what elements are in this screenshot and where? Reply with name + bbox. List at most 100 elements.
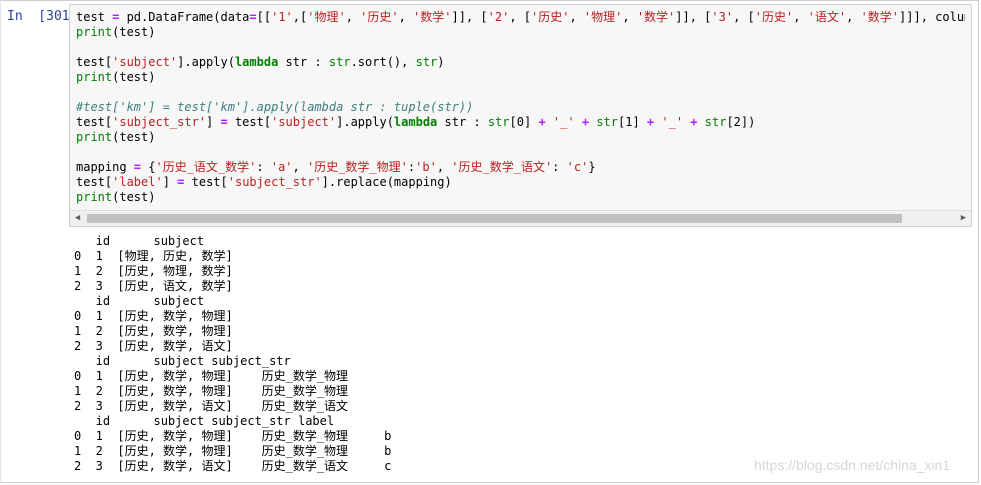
- code-line[interactable]: print(test): [76, 25, 965, 40]
- code-token: lambda: [393, 115, 438, 129]
- code-token: '_': [661, 115, 684, 129]
- code-token: [1]: [618, 115, 647, 129]
- code-content[interactable]: test = pd.DataFrame(data=[['1',['物理', '历…: [76, 10, 965, 205]
- code-token: ,: [345, 10, 361, 24]
- code-token: 'subject': [112, 55, 178, 69]
- code-line[interactable]: [76, 85, 965, 100]
- scroll-right-icon[interactable]: ▶: [956, 211, 971, 226]
- code-token: 'subject_str': [112, 115, 207, 129]
- code-line[interactable]: #test['km'] = test['km'].apply(lambda st…: [76, 100, 965, 115]
- code-token: str: [415, 55, 438, 69]
- output-line: id subject: [74, 234, 205, 248]
- code-token: '数学': [636, 10, 676, 24]
- code-token: +: [538, 115, 546, 129]
- code-token: '历史_语文_数学': [155, 160, 257, 174]
- code-line[interactable]: test['subject'].apply(lambda str : str.s…: [76, 55, 965, 70]
- code-token: ].apply(: [177, 55, 235, 69]
- code-token: , [: [733, 10, 755, 24]
- code-token: print: [76, 70, 113, 84]
- code-token: (test): [112, 130, 156, 144]
- code-token: 'subject_str': [227, 175, 322, 189]
- code-token: ,: [846, 10, 861, 24]
- code-token: '物理': [583, 10, 623, 24]
- code-token: test[: [227, 115, 272, 129]
- code-token: '数学': [860, 10, 900, 24]
- code-token: :: [256, 160, 271, 174]
- code-token: ].replace(mapping): [321, 175, 452, 189]
- code-token: '语文': [807, 10, 847, 24]
- code-token: print: [76, 25, 113, 39]
- code-token: '历史': [754, 10, 794, 24]
- code-token: test[: [76, 55, 113, 69]
- code-token: ): [437, 55, 445, 69]
- code-line[interactable]: print(test): [76, 190, 965, 205]
- code-token: '_': [552, 115, 575, 129]
- output-line: 2 3 [历史, 数学, 语文]: [74, 339, 233, 353]
- code-token: '3': [711, 10, 734, 24]
- scroll-left-icon[interactable]: ◀: [70, 211, 85, 226]
- output-line: 2 3 [历史, 数学, 语文] 历史_数学_语文 c: [74, 459, 392, 473]
- code-editor[interactable]: test = pd.DataFrame(data=[['1',['物理', '历…: [69, 4, 972, 227]
- output-line: 1 2 [历史, 物理, 数学]: [74, 264, 233, 278]
- code-token: , [: [509, 10, 531, 24]
- code-token: [0]: [509, 115, 539, 129]
- code-token: str :: [437, 115, 488, 129]
- code-token: #test['km'] = test['km'].apply(lambda st…: [76, 100, 474, 114]
- code-token: '历史': [531, 10, 570, 24]
- cell-output: id subject 0 1 [物理, 历史, 数学] 1 2 [历史, 物理, 数…: [74, 234, 391, 474]
- code-token: '物理': [307, 10, 346, 24]
- code-line[interactable]: [76, 40, 965, 55]
- scrollbar-thumb[interactable]: [87, 214, 902, 223]
- code-token: (test): [112, 70, 156, 84]
- code-token: ]: [206, 115, 221, 129]
- code-line[interactable]: [76, 145, 965, 160]
- code-token: ]]], columns: [899, 10, 965, 24]
- code-token: print: [76, 130, 113, 144]
- code-token: ,: [569, 10, 584, 24]
- code-token: test: [76, 10, 113, 24]
- code-token: :: [552, 160, 567, 174]
- code-line[interactable]: test['label'] = test['subject_str'].repl…: [76, 175, 965, 190]
- output-line: 1 2 [历史, 数学, 物理] 历史_数学_物理: [74, 384, 349, 398]
- code-line[interactable]: print(test): [76, 70, 965, 85]
- code-token: [[: [256, 10, 272, 24]
- code-token: test[: [76, 175, 113, 189]
- code-token: str: [596, 115, 618, 129]
- notebook-cell: In [301]: test = pd.DataFrame(data=[['1'…: [0, 0, 979, 483]
- output-line: 1 2 [历史, 数学, 物理]: [74, 324, 233, 338]
- output-line: id subject subject_str: [74, 354, 291, 368]
- code-line[interactable]: test['subject_str'] = test['subject'].ap…: [76, 115, 965, 130]
- code-token: test[: [184, 175, 228, 189]
- output-line: id subject subject_str label: [74, 414, 335, 428]
- output-line: id subject: [74, 294, 205, 308]
- code-token: ,: [292, 160, 307, 174]
- code-token: str: [704, 115, 727, 129]
- code-token: ,: [436, 160, 452, 174]
- code-token: '2': [487, 10, 510, 24]
- code-token: '历史_数学_物理': [306, 160, 408, 174]
- code-token: str: [328, 55, 351, 69]
- code-token: ,: [398, 10, 414, 24]
- code-token: .sort(),: [350, 55, 416, 69]
- code-token: [2]): [726, 115, 756, 129]
- watermark: https://blog.csdn.net/china_xin1: [754, 457, 951, 473]
- code-token: ]: [162, 175, 178, 189]
- code-token: {: [141, 160, 156, 174]
- code-line[interactable]: print(test): [76, 130, 965, 145]
- code-line[interactable]: mapping = {'历史_语文_数学': 'a', '历史_数学_物理':'…: [76, 160, 965, 175]
- code-token: (test): [112, 190, 156, 204]
- code-token: '数学': [413, 10, 452, 24]
- input-prompt: In [301]:: [7, 9, 86, 24]
- code-token: lambda: [234, 55, 279, 69]
- code-token: mapping: [76, 160, 134, 174]
- output-line: 1 2 [历史, 数学, 物理] 历史_数学_物理 b: [74, 444, 392, 458]
- code-token: ,: [622, 10, 637, 24]
- code-line[interactable]: test = pd.DataFrame(data=[['1',['物理', '历…: [76, 10, 965, 25]
- output-line: 0 1 [历史, 数学, 物理] 历史_数学_物理: [74, 369, 349, 383]
- code-token: str :: [278, 55, 329, 69]
- code-token: 'subject': [271, 115, 337, 129]
- horizontal-scrollbar[interactable]: ◀ ▶: [70, 210, 971, 226]
- code-token: =: [220, 115, 228, 129]
